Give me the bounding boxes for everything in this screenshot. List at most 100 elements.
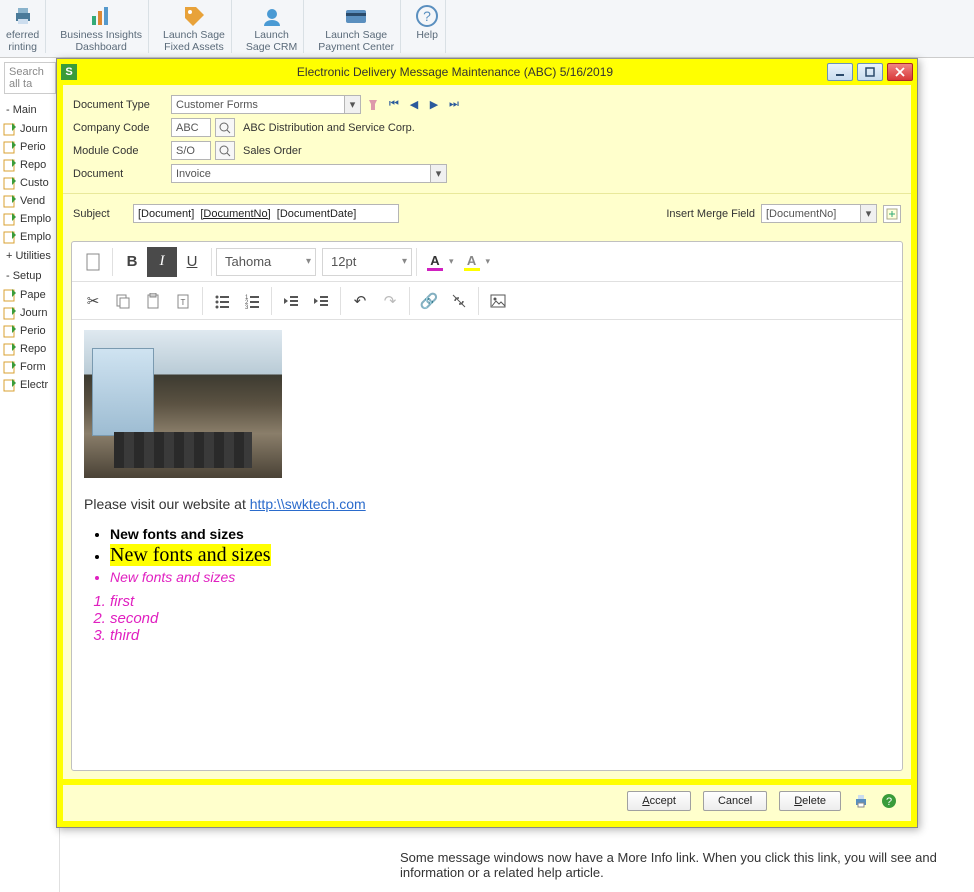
card-icon bbox=[344, 4, 368, 28]
print-icon[interactable] bbox=[853, 793, 869, 809]
insert-merge-button[interactable] bbox=[883, 205, 901, 223]
input-subject[interactable]: [Document] [DocumentNo] [DocumentDate] bbox=[133, 204, 399, 223]
tree-item[interactable]: Journ bbox=[0, 120, 59, 138]
input-company-code[interactable]: ABC bbox=[171, 118, 211, 137]
bold-button[interactable]: B bbox=[117, 247, 147, 277]
redo-icon[interactable]: ↷ bbox=[375, 286, 405, 316]
highlight-color-button[interactable]: A▾ bbox=[458, 252, 495, 272]
module-desc: Sales Order bbox=[243, 145, 302, 157]
rich-text-editor: B I U Tahoma▾ 12pt▾ A▾ A▾ ✂ T 123 bbox=[71, 241, 903, 771]
paste-text-icon[interactable]: T bbox=[168, 286, 198, 316]
text-color-button[interactable]: A▾ bbox=[421, 252, 458, 272]
tree-item[interactable]: Form bbox=[0, 358, 59, 376]
ribbon-deferred-printing[interactable]: eferredrinting bbox=[0, 0, 46, 53]
ribbon-sage-crm[interactable]: LaunchSage CRM bbox=[240, 0, 304, 53]
ribbon-help[interactable]: ? Help bbox=[409, 0, 446, 53]
website-link[interactable]: http:\\swktech.com bbox=[250, 496, 366, 512]
crm-icon bbox=[260, 4, 284, 28]
number-list-icon[interactable]: 123 bbox=[237, 286, 267, 316]
ribbon-lbl: Launch Sage bbox=[163, 29, 225, 41]
nav-first-icon[interactable]: ⏮ bbox=[387, 98, 401, 111]
link-icon[interactable]: 🔗 bbox=[414, 286, 444, 316]
bullet-list-icon[interactable] bbox=[207, 286, 237, 316]
tree-item[interactable]: Pape bbox=[0, 286, 59, 304]
tree-item[interactable]: Journ bbox=[0, 304, 59, 322]
label-doc-type: Document Type bbox=[73, 99, 171, 111]
ribbon-payment-center[interactable]: Launch SagePayment Center bbox=[312, 0, 401, 53]
help-icon: ? bbox=[415, 4, 439, 28]
tree-section-utilities[interactable]: + Utilities bbox=[0, 246, 59, 266]
indent-icon[interactable] bbox=[306, 286, 336, 316]
embedded-image[interactable] bbox=[84, 330, 282, 478]
window-title: Electronic Delivery Message Maintenance … bbox=[83, 65, 827, 79]
copy-icon[interactable] bbox=[108, 286, 138, 316]
list-item: second bbox=[110, 610, 890, 627]
ribbon-lbl: rinting bbox=[8, 41, 37, 53]
ribbon-lbl: Sage CRM bbox=[246, 41, 297, 53]
label-company: Company Code bbox=[73, 122, 171, 134]
editor-canvas[interactable]: Please visit our website at http:\\swkte… bbox=[72, 320, 902, 770]
select-document[interactable]: Invoice▾ bbox=[171, 164, 447, 183]
ribbon-lbl: eferred bbox=[6, 29, 39, 41]
tag-icon bbox=[182, 4, 206, 28]
undo-icon[interactable]: ↶ bbox=[345, 286, 375, 316]
select-doc-type[interactable]: Customer Forms▾ bbox=[171, 95, 361, 114]
unlink-icon[interactable] bbox=[444, 286, 474, 316]
maximize-button[interactable] bbox=[857, 63, 883, 81]
form-header: Document Type Customer Forms▾ ⏮ ◀ ▶ ⏭ Co… bbox=[63, 85, 911, 193]
new-doc-icon[interactable] bbox=[78, 247, 108, 277]
ribbon-lbl: Launch bbox=[254, 29, 288, 41]
font-family-select[interactable]: Tahoma▾ bbox=[216, 248, 316, 276]
tree-item[interactable]: Vend bbox=[0, 192, 59, 210]
lookup-company-icon[interactable] bbox=[215, 118, 235, 137]
svg-text:?: ? bbox=[423, 8, 431, 24]
editor-toolbar-2: ✂ T 123 ↶ ↷ 🔗 bbox=[72, 282, 902, 320]
tree-item[interactable]: Repo bbox=[0, 156, 59, 174]
flashlight-icon[interactable] bbox=[365, 97, 381, 113]
printer-icon bbox=[11, 4, 35, 28]
input-module-code[interactable]: S/O bbox=[171, 141, 211, 160]
help-icon[interactable]: ? bbox=[881, 793, 897, 809]
ribbon-lbl: Business Insights bbox=[60, 29, 142, 41]
nav-last-icon[interactable]: ⏭ bbox=[447, 98, 461, 111]
tree-item[interactable]: Emplo bbox=[0, 210, 59, 228]
underline-button[interactable]: U bbox=[177, 247, 207, 277]
nav-prev-icon[interactable]: ◀ bbox=[407, 98, 421, 111]
tree-item[interactable]: Repo bbox=[0, 340, 59, 358]
minimize-button[interactable] bbox=[827, 63, 853, 81]
tree-section-setup[interactable]: - Setup bbox=[0, 266, 59, 286]
app-icon: S bbox=[61, 64, 77, 80]
lookup-module-icon[interactable] bbox=[215, 141, 235, 160]
below-dialog-text: Some message windows now have a More Inf… bbox=[400, 850, 974, 880]
delete-button[interactable]: Delete bbox=[779, 791, 841, 811]
paste-icon[interactable] bbox=[138, 286, 168, 316]
italic-button[interactable]: I bbox=[147, 247, 177, 277]
font-size-select[interactable]: 12pt▾ bbox=[322, 248, 412, 276]
close-button[interactable] bbox=[887, 63, 913, 81]
list-item: New fonts and sizes bbox=[110, 526, 890, 542]
ribbon: eferredrinting Business InsightsDashboar… bbox=[0, 0, 974, 58]
outdent-icon[interactable] bbox=[276, 286, 306, 316]
tree-item[interactable]: Electr bbox=[0, 376, 59, 394]
ribbon-fixed-assets[interactable]: Launch SageFixed Assets bbox=[157, 0, 232, 53]
titlebar[interactable]: S Electronic Delivery Message Maintenanc… bbox=[57, 59, 917, 85]
tree-item[interactable]: Perio bbox=[0, 322, 59, 340]
left-panel: Search all ta - Main JournPerioRepoCusto… bbox=[0, 58, 60, 892]
accept-button[interactable]: Accept bbox=[627, 791, 691, 811]
dialog-footer: Accept Cancel Delete ? bbox=[63, 785, 911, 821]
select-merge-field[interactable]: [DocumentNo]▾ bbox=[761, 204, 877, 223]
search-input[interactable]: Search all ta bbox=[4, 62, 56, 94]
nav-next-icon[interactable]: ▶ bbox=[427, 98, 441, 111]
cut-icon[interactable]: ✂ bbox=[78, 286, 108, 316]
list-item: first bbox=[110, 593, 890, 610]
tree-item[interactable]: Emplo bbox=[0, 228, 59, 246]
label-merge-field: Insert Merge Field bbox=[666, 208, 755, 220]
tree-item[interactable]: Perio bbox=[0, 138, 59, 156]
svg-text:?: ? bbox=[886, 796, 892, 808]
cancel-button[interactable]: Cancel bbox=[703, 791, 767, 811]
label-document: Document bbox=[73, 168, 171, 180]
tree-item[interactable]: Custo bbox=[0, 174, 59, 192]
image-icon[interactable] bbox=[483, 286, 513, 316]
ribbon-business-insights[interactable]: Business InsightsDashboard bbox=[54, 0, 149, 53]
tree-section-main[interactable]: - Main bbox=[0, 100, 59, 120]
